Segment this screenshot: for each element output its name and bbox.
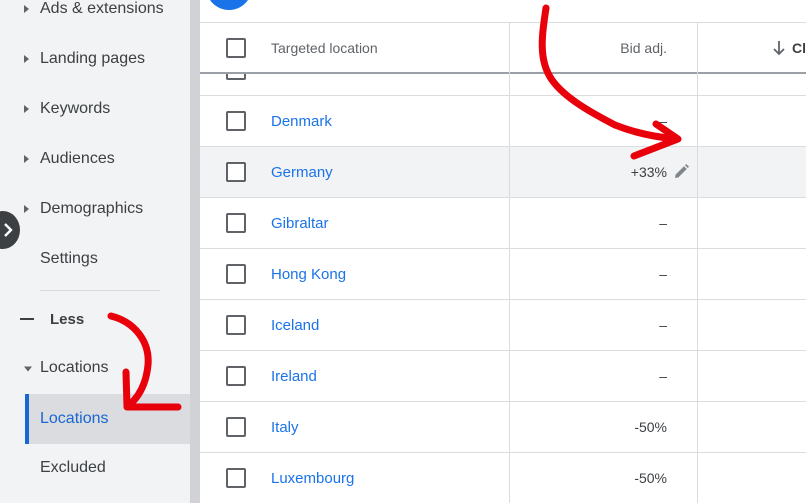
locations-table: Targeted location Bid adj. Cl Denmark – …	[200, 0, 806, 503]
sidebar-item-label: Excluded	[40, 459, 106, 476]
table-row: Ireland –	[200, 351, 806, 402]
sidebar-item-label: Landing pages	[40, 50, 145, 67]
sidebar-item-label: Ads & extensions	[40, 0, 164, 17]
sidebar-item-locations[interactable]: Locations	[25, 394, 190, 444]
expand-arrow-icon	[24, 5, 29, 13]
location-link[interactable]: Denmark	[271, 96, 332, 146]
table-row: Germany +33%	[200, 147, 806, 198]
sidebar-item-label: Audiences	[40, 150, 115, 167]
bid-adj-value: +33%	[630, 164, 667, 180]
sidebar-item-audiences[interactable]: Audiences	[0, 135, 190, 183]
row-checkbox[interactable]	[226, 74, 246, 80]
select-all-checkbox[interactable]	[226, 38, 246, 58]
expand-arrow-icon	[24, 205, 29, 213]
expand-arrow-icon	[24, 55, 29, 63]
row-checkbox[interactable]	[226, 111, 246, 131]
bid-adj-value: -50%	[634, 419, 667, 435]
pencil-edit-icon[interactable]	[672, 163, 690, 181]
row-checkbox[interactable]	[226, 162, 246, 182]
table-row: Iceland –	[200, 300, 806, 351]
bid-adj-value: -50%	[634, 470, 667, 486]
sidebar-item-landing-pages[interactable]: Landing pages	[0, 35, 190, 83]
expand-arrow-icon	[24, 155, 29, 163]
expand-arrow-icon	[24, 105, 29, 113]
sidebar-item-label: Settings	[40, 250, 98, 267]
sidebar-item-ads-extensions[interactable]: Ads & extensions	[0, 0, 190, 33]
bid-adj-value: –	[659, 215, 667, 231]
sidebar-item-label: Locations	[40, 410, 109, 427]
sidebar-item-label: Demographics	[40, 200, 144, 217]
header-targeted-location[interactable]: Targeted location	[271, 23, 378, 73]
table-row-partial	[200, 74, 806, 96]
sidebar-item-keywords[interactable]: Keywords	[0, 85, 190, 133]
arrow-down-icon	[773, 41, 785, 56]
location-link[interactable]: Hong Kong	[271, 249, 346, 299]
row-checkbox[interactable]	[226, 366, 246, 386]
row-checkbox[interactable]	[226, 468, 246, 488]
table-row: Denmark –	[200, 96, 806, 147]
sidebar-item-label: Keywords	[40, 100, 111, 117]
minus-icon	[20, 318, 34, 320]
sidebar-item-settings[interactable]: Settings	[0, 235, 190, 283]
table-row: Hong Kong –	[200, 249, 806, 300]
row-checkbox[interactable]	[226, 315, 246, 335]
sidebar-scrollbar[interactable]	[190, 0, 200, 503]
location-link[interactable]: Gibraltar	[271, 198, 329, 248]
column-divider	[509, 22, 510, 503]
table-row: Luxembourg -50%	[200, 453, 806, 503]
table-row: Gibraltar –	[200, 198, 806, 249]
sidebar-item-excluded[interactable]: Excluded	[25, 444, 190, 492]
column-divider	[697, 22, 698, 503]
sidebar-nav: Ads & extensions Landing pages Keywords …	[0, 0, 190, 503]
header-bid-adj[interactable]: Bid adj.	[580, 23, 667, 73]
less-toggle[interactable]: Less	[0, 295, 190, 343]
location-link[interactable]: Italy	[271, 402, 299, 452]
row-checkbox[interactable]	[226, 264, 246, 284]
location-link[interactable]: Iceland	[271, 300, 319, 350]
row-checkbox[interactable]	[226, 213, 246, 233]
sidebar-item-label: Locations	[40, 359, 109, 376]
collapse-arrow-icon	[24, 366, 32, 372]
table-row: Italy -50%	[200, 402, 806, 453]
bid-adj-value: –	[659, 368, 667, 384]
sidebar-item-demographics[interactable]: Demographics	[0, 185, 190, 233]
bid-adj-value: –	[659, 113, 667, 129]
location-link[interactable]: Ireland	[271, 351, 317, 401]
sidebar-item-locations-group[interactable]: Locations	[0, 344, 190, 392]
table-header: Targeted location Bid adj. Cl	[200, 22, 806, 74]
header-sorted-column[interactable]: Cl	[772, 23, 806, 73]
location-link[interactable]: Germany	[271, 147, 333, 197]
less-label: Less	[50, 310, 85, 328]
add-fab-button[interactable]	[206, 0, 252, 10]
bid-adj-value: –	[659, 317, 667, 333]
sidebar-divider	[40, 290, 160, 291]
chevron-right-icon	[4, 223, 13, 237]
row-checkbox[interactable]	[226, 417, 246, 437]
bid-adj-value: –	[659, 266, 667, 282]
location-link[interactable]: Luxembourg	[271, 453, 354, 503]
header-sorted-label: Cl	[792, 40, 806, 56]
